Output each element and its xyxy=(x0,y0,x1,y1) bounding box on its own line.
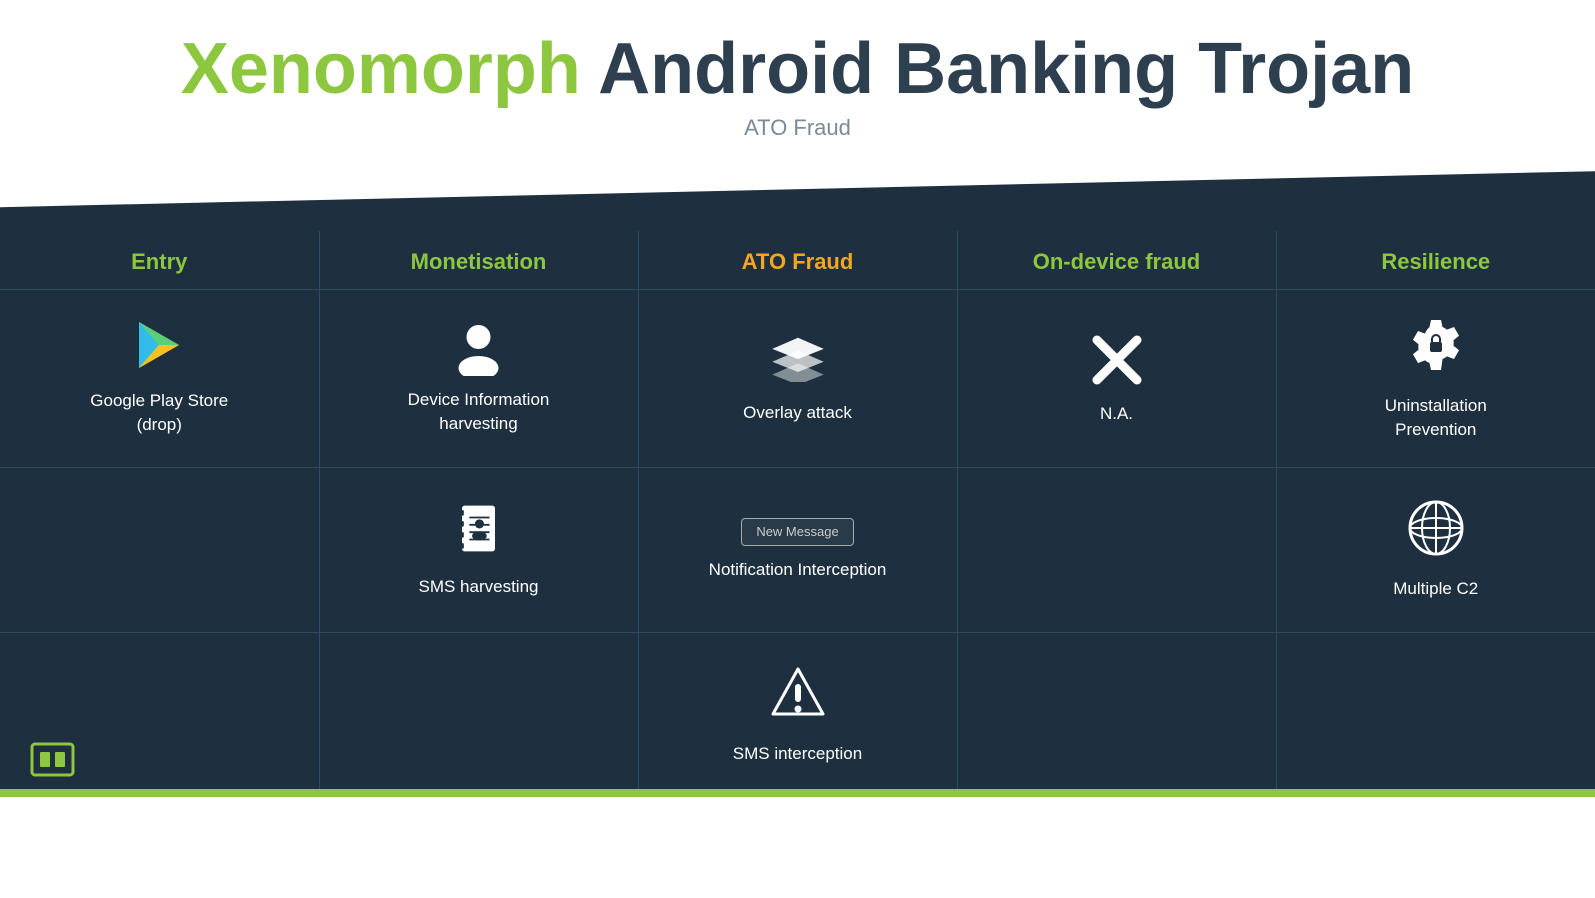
cell-ato-row2: New Message Notification Interception xyxy=(638,467,957,632)
cell-ondevice-row2 xyxy=(957,467,1276,632)
company-logo xyxy=(30,742,75,777)
cell-resilience-row3 xyxy=(1276,632,1595,797)
cell-ato-row1: Overlay attack xyxy=(638,290,957,467)
header-section: Xenomorph Android Banking Trojan ATO Fra… xyxy=(0,0,1595,161)
cell-text-entry-row1: Google Play Store(drop) xyxy=(15,389,304,437)
title-xenomorph: Xenomorph xyxy=(181,29,581,109)
title-rest: Android Banking Trojan xyxy=(581,29,1414,109)
layers-icon xyxy=(768,332,828,382)
cell-monetisation-row1: Device Informationharvesting xyxy=(319,290,638,467)
globe-icon xyxy=(1406,498,1466,558)
cell-text-resilience-row1: UninstallationPrevention xyxy=(1292,394,1581,442)
cell-text-ato-row1: Overlay attack xyxy=(654,401,942,425)
warning-icon xyxy=(768,664,828,724)
col-header-resilience: Resilience xyxy=(1276,231,1595,290)
cell-resilience-row1: UninstallationPrevention xyxy=(1276,290,1595,467)
cell-text-ato-row3: SMS interception xyxy=(654,742,942,766)
cell-text-ato-row2: Notification Interception xyxy=(654,558,942,582)
cell-ondevice-row1: N.A. xyxy=(957,290,1276,467)
col-header-entry: Entry xyxy=(0,231,319,290)
cell-monetisation-row3 xyxy=(319,632,638,797)
cell-ondevice-row3 xyxy=(957,632,1276,797)
header-subtitle: ATO Fraud xyxy=(0,115,1595,141)
cell-ato-row3: SMS interception xyxy=(638,632,957,797)
main-content: Entry Monetisation ATO Fraud On-device f… xyxy=(0,231,1595,797)
cell-text-ondevice-row1: N.A. xyxy=(973,402,1261,426)
bottom-accent-bar xyxy=(0,789,1595,797)
cell-entry-row1: Google Play Store(drop) xyxy=(0,290,319,467)
cell-text-monetisation-row1: Device Informationharvesting xyxy=(335,388,623,436)
feature-grid: Entry Monetisation ATO Fraud On-device f… xyxy=(0,231,1595,797)
play-store-icon xyxy=(134,320,184,370)
main-title: Xenomorph Android Banking Trojan xyxy=(0,30,1595,109)
col-header-ato-fraud: ATO Fraud xyxy=(638,231,957,290)
diagonal-separator xyxy=(0,171,1595,231)
gear-icon xyxy=(1406,315,1466,375)
notification-badge: New Message xyxy=(741,518,853,546)
cell-text-resilience-row2: Multiple C2 xyxy=(1292,577,1581,601)
cell-entry-row2 xyxy=(0,467,319,632)
col-header-on-device: On-device fraud xyxy=(957,231,1276,290)
cell-resilience-row2: Multiple C2 xyxy=(1276,467,1595,632)
col-header-monetisation: Monetisation xyxy=(319,231,638,290)
x-mark-icon xyxy=(1087,330,1147,390)
cell-text-monetisation-row2: SMS harvesting xyxy=(335,575,623,599)
contacts-icon xyxy=(451,501,506,556)
cell-monetisation-row2: SMS harvesting xyxy=(319,467,638,632)
person-icon xyxy=(451,321,506,376)
